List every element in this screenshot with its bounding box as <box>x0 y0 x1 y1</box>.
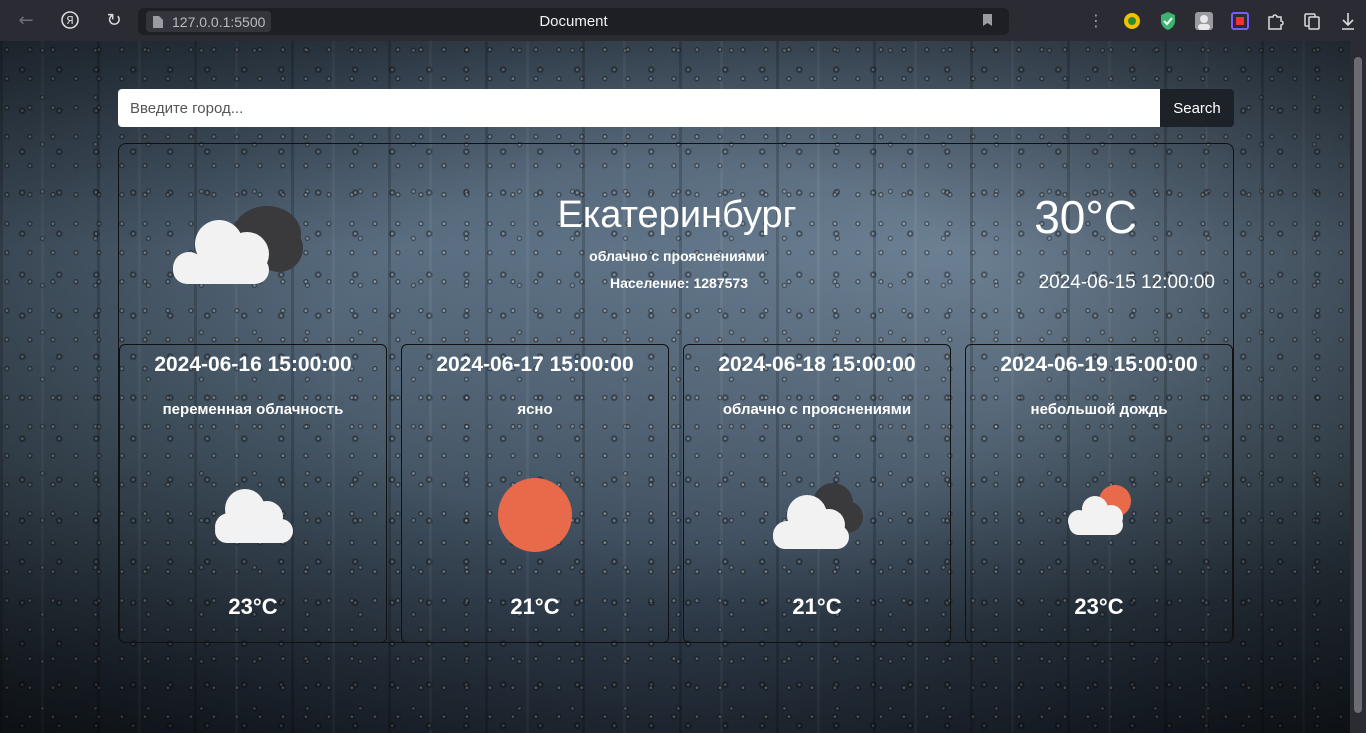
forecast-date: 2024-06-19 15:00:00 <box>1000 353 1198 376</box>
forecast-card: 2024-06-16 15:00:00 переменная облачност… <box>119 344 387 643</box>
forecast-description: облачно с прояснениями <box>722 401 912 418</box>
profile-ext-icon[interactable] <box>1186 0 1222 41</box>
forecast-temperature: 21°C <box>510 594 560 619</box>
extensions-bar: ⋮ <box>1078 0 1366 41</box>
yandex-icon[interactable]: Я <box>56 6 84 34</box>
population-value: 1287573 <box>693 275 748 291</box>
search-button[interactable]: Search <box>1160 89 1234 127</box>
current-temperature: 30°C <box>1034 191 1137 243</box>
weather-panel: Екатеринбург облачно с прояснениями Насе… <box>118 143 1234 643</box>
clouds-icon <box>773 483 863 549</box>
scrollbar-thumb[interactable] <box>1354 57 1362 713</box>
picker-ext-icon[interactable] <box>1222 0 1258 41</box>
cloud-sun-icon <box>1068 485 1131 535</box>
forecast-description: ясно <box>517 401 553 418</box>
current-weather: Екатеринбург облачно с прояснениями Насе… <box>119 144 1235 344</box>
forecast-description: небольшой дождь <box>1030 401 1168 418</box>
forecast-temperature: 23°C <box>228 594 278 619</box>
cloud-icon <box>215 489 293 543</box>
browser-toolbar: ← Я ↻ 127.0.0.1:5500 Document ⋮ <box>0 0 1366 41</box>
download-icon[interactable] <box>1330 0 1366 41</box>
current-description: облачно с прояснениями <box>589 248 765 264</box>
forecast-date: 2024-06-16 15:00:00 <box>154 353 352 376</box>
reload-icon[interactable]: ↻ <box>100 6 128 34</box>
forecast-date: 2024-06-18 15:00:00 <box>718 353 916 376</box>
page-scrollbar[interactable] <box>1350 41 1366 733</box>
population-label: Население: <box>610 275 690 291</box>
bookmark-icon[interactable] <box>982 13 993 31</box>
page-icon <box>153 15 163 28</box>
back-icon[interactable]: ← <box>12 6 40 34</box>
forecast-description: переменная облачность <box>162 401 344 418</box>
url-chip[interactable]: 127.0.0.1:5500 <box>146 11 272 32</box>
forecast-card: 2024-06-18 15:00:00 облачно с прояснения… <box>683 344 951 643</box>
city-search-input[interactable] <box>118 89 1160 127</box>
forecast-date: 2024-06-17 15:00:00 <box>436 353 634 376</box>
extension-green-icon[interactable] <box>1114 0 1150 41</box>
menu-dots-icon[interactable]: ⋮ <box>1078 0 1114 41</box>
url-text: 127.0.0.1:5500 <box>172 13 266 30</box>
puzzle-icon[interactable] <box>1258 0 1294 41</box>
search-bar: Search <box>118 89 1234 127</box>
svg-text:Я: Я <box>66 14 74 27</box>
forecast-list: 2024-06-16 15:00:00 переменная облачност… <box>119 344 1235 644</box>
shield-icon[interactable] <box>1150 0 1186 41</box>
forecast-card: 2024-06-19 15:00:00 небольшой дождь 23°C <box>965 344 1233 643</box>
forecast-temperature: 23°C <box>1074 594 1124 619</box>
forecast-card: 2024-06-17 15:00:00 ясно 21°C <box>401 344 669 643</box>
page-background: Search Екатеринбург облачно с прояснения… <box>0 41 1350 733</box>
address-bar[interactable]: 127.0.0.1:5500 Document <box>138 8 1009 35</box>
current-datetime: 2024-06-15 12:00:00 <box>1038 272 1215 293</box>
forecast-temperature: 21°C <box>792 594 842 619</box>
sun-icon <box>498 478 572 552</box>
collections-icon[interactable] <box>1294 0 1330 41</box>
